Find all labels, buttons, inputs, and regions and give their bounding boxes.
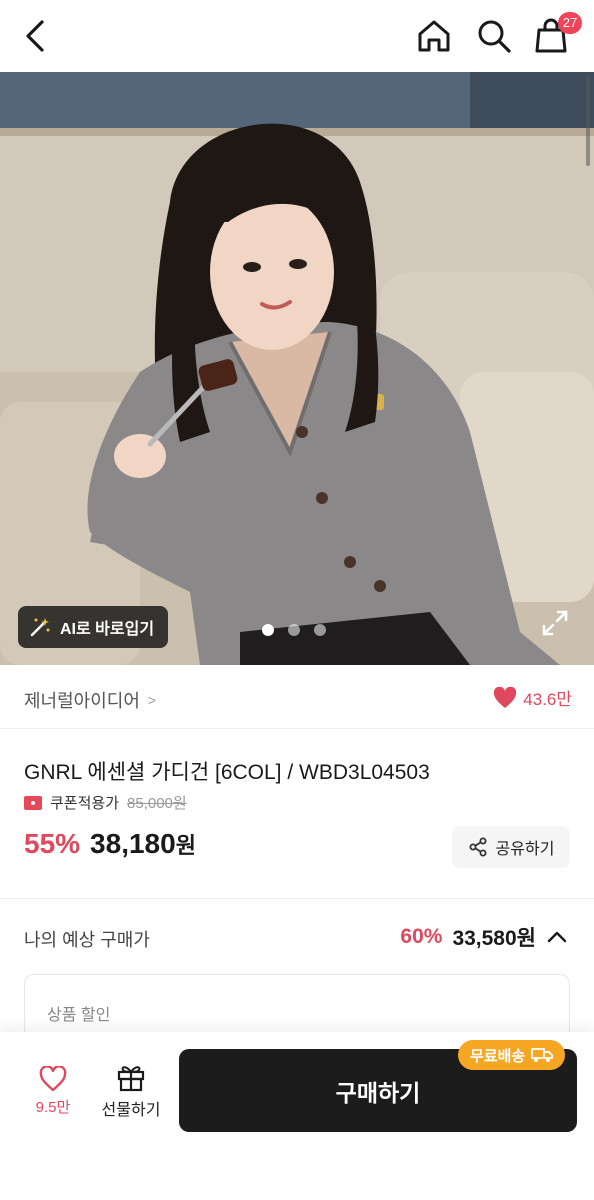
carousel-dot-1[interactable] (262, 624, 274, 636)
sale-price-unit: 원 (175, 833, 196, 858)
sale-price: 38,180원 (90, 828, 196, 860)
share-icon (469, 837, 487, 857)
share-label: 공유하기 (495, 841, 555, 858)
bottom-action-bar: 9.5만 선물하기 구매하기 무료배송 (0, 1032, 594, 1200)
product-title: GNRL 에센셜 가디건 [6COL] / WBD3L04503 (24, 761, 430, 784)
expected-discount: 60% (400, 925, 443, 948)
free-shipping-label: 무료배송 (470, 1047, 526, 1065)
carousel-dot-3[interactable] (314, 624, 326, 636)
expected-price: 33,580원 (452, 927, 536, 950)
cart-count-badge: 27 (558, 12, 582, 34)
brand-link[interactable]: 제너럴아이디어 > (24, 687, 156, 713)
carousel-indicator (262, 624, 326, 636)
price-row: 55% 38,180원 (24, 828, 196, 860)
wishlist-count: 9.5만 (35, 1099, 71, 1116)
expand-icon (542, 610, 568, 636)
magic-wand-icon (30, 618, 50, 637)
chevron-left-icon (26, 20, 44, 52)
free-shipping-badge: 무료배송 (458, 1040, 566, 1070)
expected-price-toggle[interactable]: 60% 33,580원 (400, 922, 568, 952)
discount-rate: 55% (24, 828, 81, 859)
image-scrollbar[interactable] (586, 76, 590, 166)
gift-label: 선물하기 (101, 1102, 161, 1119)
search-icon (478, 20, 511, 53)
share-button[interactable]: 공유하기 (452, 826, 570, 868)
heart-outline-icon (39, 1066, 67, 1092)
sale-price-number: 38,180 (90, 828, 176, 859)
expected-price-label: 나의 예상 구매가 (24, 930, 150, 950)
brand-row: 제너럴아이디어 > 43.6만 (0, 665, 594, 729)
top-bar: 27 (0, 0, 594, 72)
truck-icon (531, 1048, 554, 1062)
brand-name: 제너럴아이디어 (24, 691, 140, 711)
coupon-row: 쿠폰적용가 85,000원 (24, 792, 187, 813)
product-photo (0, 72, 594, 665)
ai-try-on-label: AI로 바로입기 (60, 621, 155, 638)
expand-image-button[interactable] (540, 608, 570, 638)
brand-like-button[interactable]: 43.6만 (493, 685, 572, 710)
carousel-dot-2[interactable] (288, 624, 300, 636)
home-icon (418, 20, 450, 52)
home-button[interactable] (414, 16, 454, 56)
chevron-up-icon (547, 931, 567, 943)
chevron-right-icon: > (147, 692, 157, 708)
ai-try-on-button[interactable]: AI로 바로입기 (18, 606, 169, 648)
coupon-label: 쿠폰적용가 (50, 795, 120, 812)
coupon-ticket-icon (24, 795, 42, 810)
wishlist-button[interactable]: 9.5만 (28, 1066, 78, 1117)
section-divider (0, 898, 594, 899)
brand-like-count: 43.6만 (523, 690, 572, 709)
back-button[interactable] (18, 16, 54, 56)
heart-filled-icon (494, 686, 517, 708)
gift-icon (117, 1066, 145, 1092)
product-discount-label: 상품 할인 (47, 1007, 111, 1024)
search-button[interactable] (474, 16, 514, 56)
original-price: 85,000원 (127, 795, 187, 812)
product-image[interactable]: AI로 바로입기 (0, 72, 594, 665)
gift-button[interactable]: 선물하기 (98, 1062, 164, 1120)
